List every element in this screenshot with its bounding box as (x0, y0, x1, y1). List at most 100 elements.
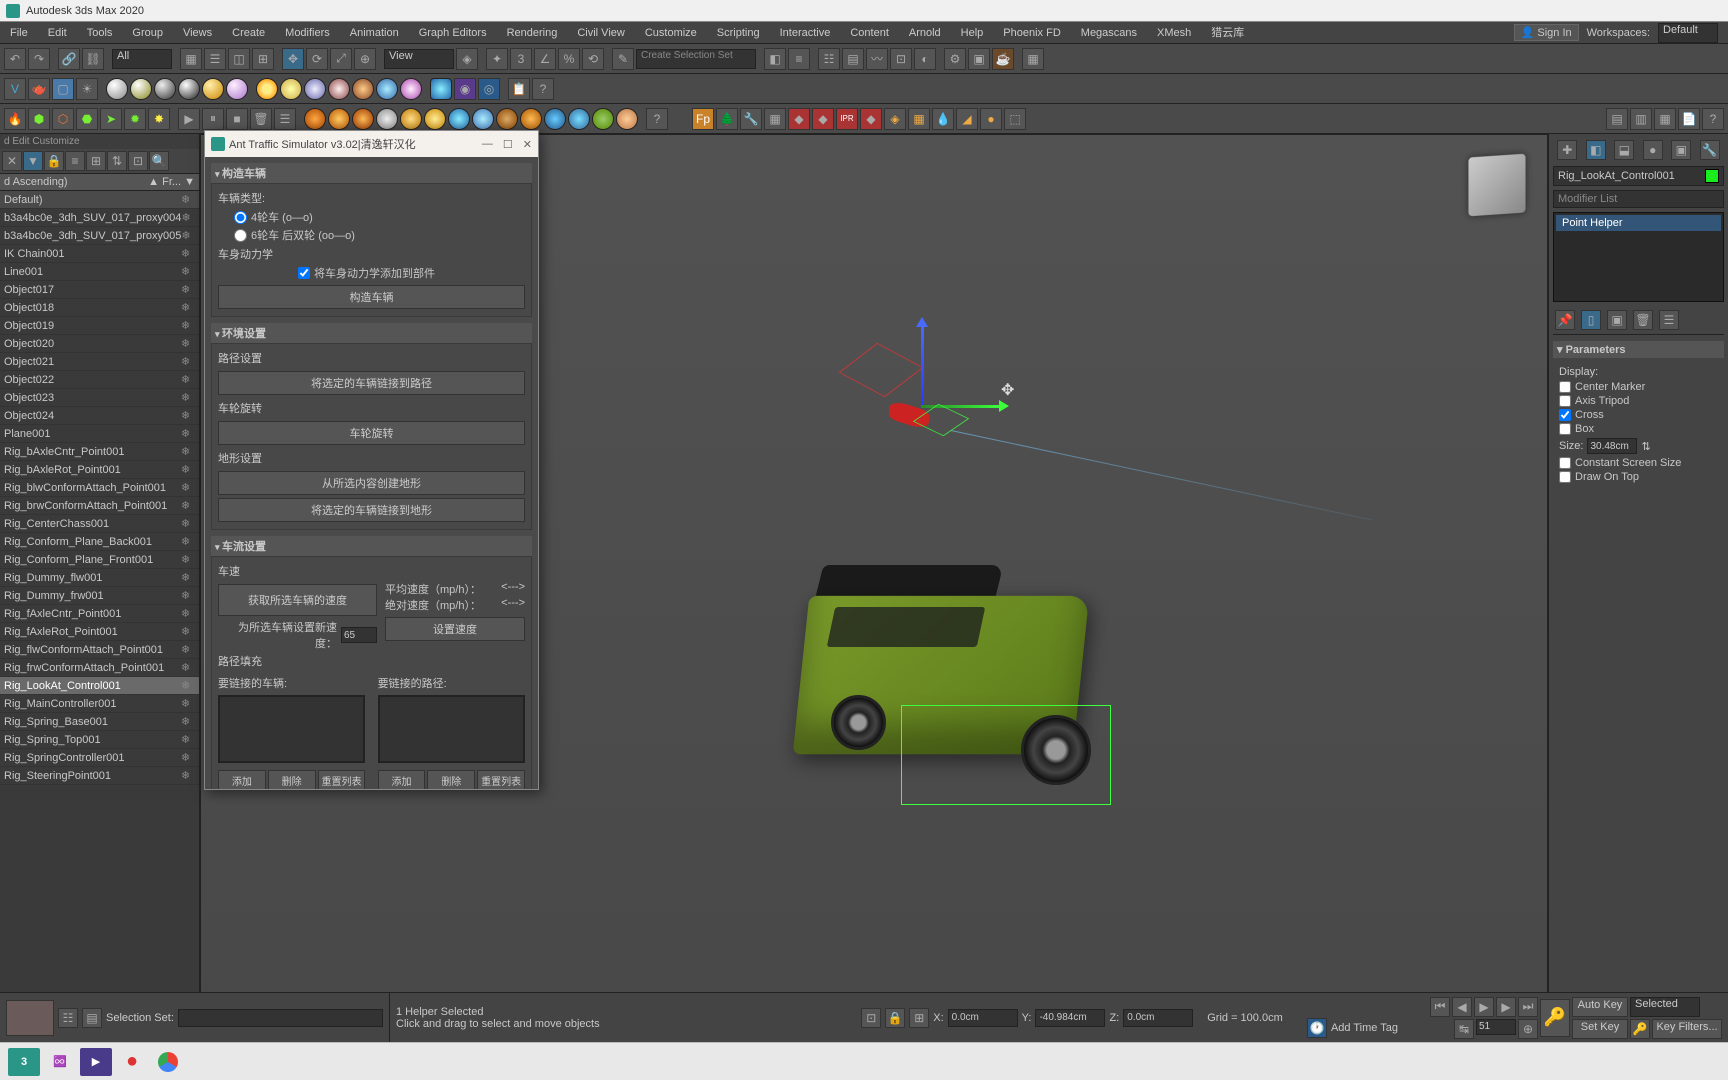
four-wheel-radio[interactable]: 4轮车 (o—o) (218, 208, 525, 226)
prev-frame-icon[interactable]: ◀ (1452, 997, 1472, 1017)
render-setup-icon[interactable]: ⚙ (944, 48, 966, 70)
scene-item[interactable]: Rig_frwConformAttach_Point001❄ (0, 659, 199, 677)
mesh-light-icon[interactable] (400, 78, 422, 100)
cube-icon[interactable]: ⬚ (1004, 108, 1026, 130)
menu-create[interactable]: Create (222, 22, 275, 44)
key-filters-button[interactable]: Key Filters... (1652, 1019, 1722, 1039)
unlink-icon[interactable]: ⛓ (82, 48, 104, 70)
menu-content[interactable]: Content (840, 22, 899, 44)
ref-coord-dropdown[interactable]: View (384, 49, 454, 69)
add-time-tag[interactable]: Add Time Tag (1331, 1022, 1398, 1034)
workspace-dropdown[interactable]: Default (1658, 23, 1718, 43)
menu-scripting[interactable]: Scripting (707, 22, 770, 44)
edit-named-sel-icon[interactable]: ✎ (612, 48, 634, 70)
motion-tab-icon[interactable]: ● (1643, 140, 1663, 160)
splash-preset-icon[interactable] (544, 108, 566, 130)
scene-item[interactable]: Object018❄ (0, 299, 199, 317)
candle-preset-icon[interactable] (400, 108, 422, 130)
scene-item[interactable]: Rig_Spring_Top001❄ (0, 731, 199, 749)
x-coord[interactable]: 0.0cm (948, 1009, 1018, 1027)
scene-item[interactable]: IK Chain001❄ (0, 245, 199, 263)
isokey-icon[interactable]: ☷ (58, 1008, 78, 1028)
hierarchy-tab-icon[interactable]: ⬓ (1614, 140, 1634, 160)
scene-item[interactable]: Object021❄ (0, 353, 199, 371)
sun-icon[interactable]: ☀ (76, 78, 98, 100)
select-name-icon[interactable]: ☰ (204, 48, 226, 70)
cross-check[interactable]: Cross (1559, 408, 1718, 422)
arrow-icon[interactable]: ➤ (100, 108, 122, 130)
reset-path-button[interactable]: 重置列表 (477, 770, 525, 789)
abs-rel-icon[interactable]: ⊞ (909, 1008, 929, 1028)
setkey-button[interactable]: Set Key (1572, 1019, 1628, 1039)
direct-light-icon[interactable] (304, 78, 326, 100)
fire3-preset-icon[interactable] (352, 108, 374, 130)
close-explorer-icon[interactable]: ✕ (2, 151, 22, 171)
y-coord[interactable]: -40.984cm (1035, 1009, 1105, 1027)
select-rotate-icon[interactable]: ⟳ (306, 48, 328, 70)
pause-sim-icon[interactable]: ⏸ (202, 108, 224, 130)
matte-sphere-icon[interactable] (106, 78, 128, 100)
grid-icon[interactable]: ▦ (908, 108, 930, 130)
ies-light-icon[interactable] (352, 78, 374, 100)
configure-icon[interactable]: ☰ (1659, 310, 1679, 330)
select-object-icon[interactable]: ▦ (180, 48, 202, 70)
physical-cam-icon[interactable]: ◎ (478, 78, 500, 100)
scene-item[interactable]: Rig_Conform_Plane_Back001❄ (0, 533, 199, 551)
lock-icon[interactable]: 🔒 (44, 151, 64, 171)
scene-item[interactable]: Object020❄ (0, 335, 199, 353)
fire-icon[interactable]: 🔥 (4, 108, 26, 130)
explorer-tabs[interactable]: d Edit Customize (0, 134, 199, 149)
red-box2-icon[interactable]: ◆ (812, 108, 834, 130)
scene-item[interactable]: Rig_flwConformAttach_Point001❄ (0, 641, 199, 659)
create-tab-icon[interactable]: ✚ (1557, 140, 1577, 160)
scene-item[interactable]: Rig_SpringController001❄ (0, 749, 199, 767)
scene-list[interactable]: b3a4bc0e_3dh_SUV_017_proxy004❄b3a4bc0e_3… (0, 209, 199, 1044)
menu-rendering[interactable]: Rendering (497, 22, 568, 44)
list-icon[interactable]: ☰ (274, 108, 296, 130)
use-pivot-icon[interactable]: ◈ (456, 48, 478, 70)
scene-item[interactable]: Rig_SteeringPoint001❄ (0, 767, 199, 785)
remove-mod-icon[interactable]: 🗑 (1633, 310, 1653, 330)
undo-icon[interactable]: ↶ (4, 48, 26, 70)
percent-snap-icon[interactable]: % (558, 48, 580, 70)
goto-start-icon[interactable]: ⏮ (1430, 997, 1450, 1017)
parameters-rollout[interactable]: ▾ Parameters (1553, 341, 1724, 358)
scene-item[interactable]: Rig_Conform_Plane_Front001❄ (0, 551, 199, 569)
show-end-icon[interactable]: ▯ (1581, 310, 1601, 330)
z-coord[interactable]: 0.0cm (1123, 1009, 1193, 1027)
vray-frame-icon[interactable]: ▦ (1022, 48, 1044, 70)
scene-item[interactable]: b3a4bc0e_3dh_SUV_017_proxy005❄ (0, 227, 199, 245)
current-frame[interactable]: 51 (1476, 1019, 1516, 1035)
scene-item[interactable]: Rig_blwConformAttach_Point001❄ (0, 479, 199, 497)
explode-icon[interactable]: ✹ (124, 108, 146, 130)
scene-item[interactable]: Rig_fAxleRot_Point001❄ (0, 623, 199, 641)
create-terrain-button[interactable]: 从所选内容创建地形 (218, 471, 525, 495)
render-frame-icon[interactable]: ▣ (968, 48, 990, 70)
play-icon[interactable]: ▶ (1474, 997, 1494, 1017)
vray-cam-icon[interactable]: ◉ (454, 78, 476, 100)
display-icon[interactable]: ⊡ (128, 151, 148, 171)
new-speed-spinner[interactable]: 65 (341, 627, 377, 643)
clipboard-icon[interactable]: 📋 (508, 78, 530, 100)
paths-listbox[interactable] (378, 695, 525, 763)
modify-tab-icon[interactable]: ◧ (1586, 140, 1606, 160)
large-sim-icon[interactable]: ⬣ (76, 108, 98, 130)
scene-item[interactable]: b3a4bc0e_3dh_SUV_017_proxy004❄ (0, 209, 199, 227)
del-vehicle-button[interactable]: 删除 (268, 770, 316, 789)
object-name-field[interactable]: Rig_LookAt_Control001 (1553, 166, 1724, 186)
selection-filter[interactable]: All (112, 49, 172, 69)
menu-animation[interactable]: Animation (340, 22, 409, 44)
burst-icon[interactable]: ✸ (148, 108, 170, 130)
coffee-preset-icon[interactable] (496, 108, 518, 130)
y-axis-icon[interactable] (921, 325, 924, 405)
scene-item[interactable]: Rig_fAxleCntr_Point001❄ (0, 605, 199, 623)
liquid-icon[interactable]: ⬢ (28, 108, 50, 130)
size-spinner[interactable]: 30.48cm (1587, 438, 1637, 454)
get-speed-button[interactable]: 获取所选车辆的速度 (218, 584, 377, 616)
scene-item[interactable]: Rig_Spring_Base001❄ (0, 713, 199, 731)
env-settings-rollout[interactable]: 环境设置 (211, 323, 532, 343)
scene-item[interactable]: Rig_Dummy_frw001❄ (0, 587, 199, 605)
key-mode-icon[interactable]: ↹ (1454, 1019, 1474, 1039)
drop-icon[interactable]: 💧 (932, 108, 954, 130)
stop-sim-icon[interactable]: ■ (226, 108, 248, 130)
